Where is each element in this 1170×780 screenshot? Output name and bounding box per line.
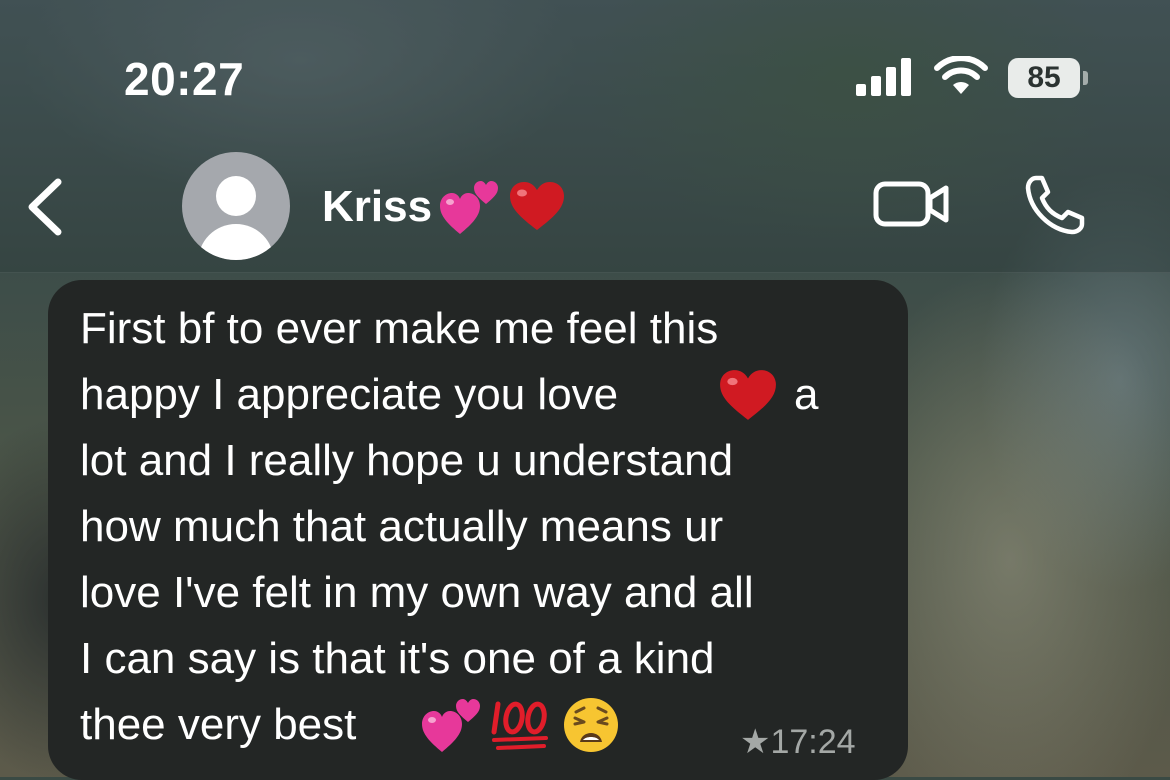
avatar-body	[198, 224, 274, 260]
message-line: thee very best	[80, 700, 357, 749]
star-icon: ★	[740, 723, 771, 761]
wifi-icon	[934, 56, 988, 94]
message-line: love I've felt in my own way and all	[80, 568, 754, 617]
video-call-button[interactable]	[872, 176, 952, 232]
red-heart-icon	[510, 182, 564, 230]
two-hearts-icon	[440, 181, 498, 234]
message-line: I can say is that it's one of a kind	[80, 634, 715, 683]
two-hearts-icon	[422, 699, 480, 752]
message-meta: ★17:24	[740, 722, 856, 762]
message-timestamp: 17:24	[770, 723, 856, 761]
message-line: how much that actually means ur	[80, 502, 724, 551]
message-line: a	[794, 370, 819, 419]
message-line: lot and I really hope u understand	[80, 436, 734, 485]
weary-face-icon	[564, 698, 618, 752]
avatar-head	[216, 176, 256, 216]
chat-header-background	[0, 0, 1170, 273]
battery-cap	[1083, 71, 1088, 85]
back-button[interactable]	[20, 172, 74, 242]
battery-level: 85	[1008, 58, 1080, 98]
message-line: First bf to ever make me feel this	[80, 304, 719, 353]
contact-avatar[interactable]	[182, 152, 290, 260]
battery-icon: 85	[1008, 58, 1090, 98]
message-line: happy I appreciate you love	[80, 370, 619, 419]
contact-name[interactable]: Kriss	[322, 180, 432, 234]
cellular-signal-icon	[856, 58, 911, 96]
hundred-points-icon	[491, 701, 548, 750]
voice-call-button[interactable]	[1022, 172, 1088, 238]
red-heart-icon	[720, 370, 776, 420]
status-bar-time: 20:27	[124, 53, 245, 105]
